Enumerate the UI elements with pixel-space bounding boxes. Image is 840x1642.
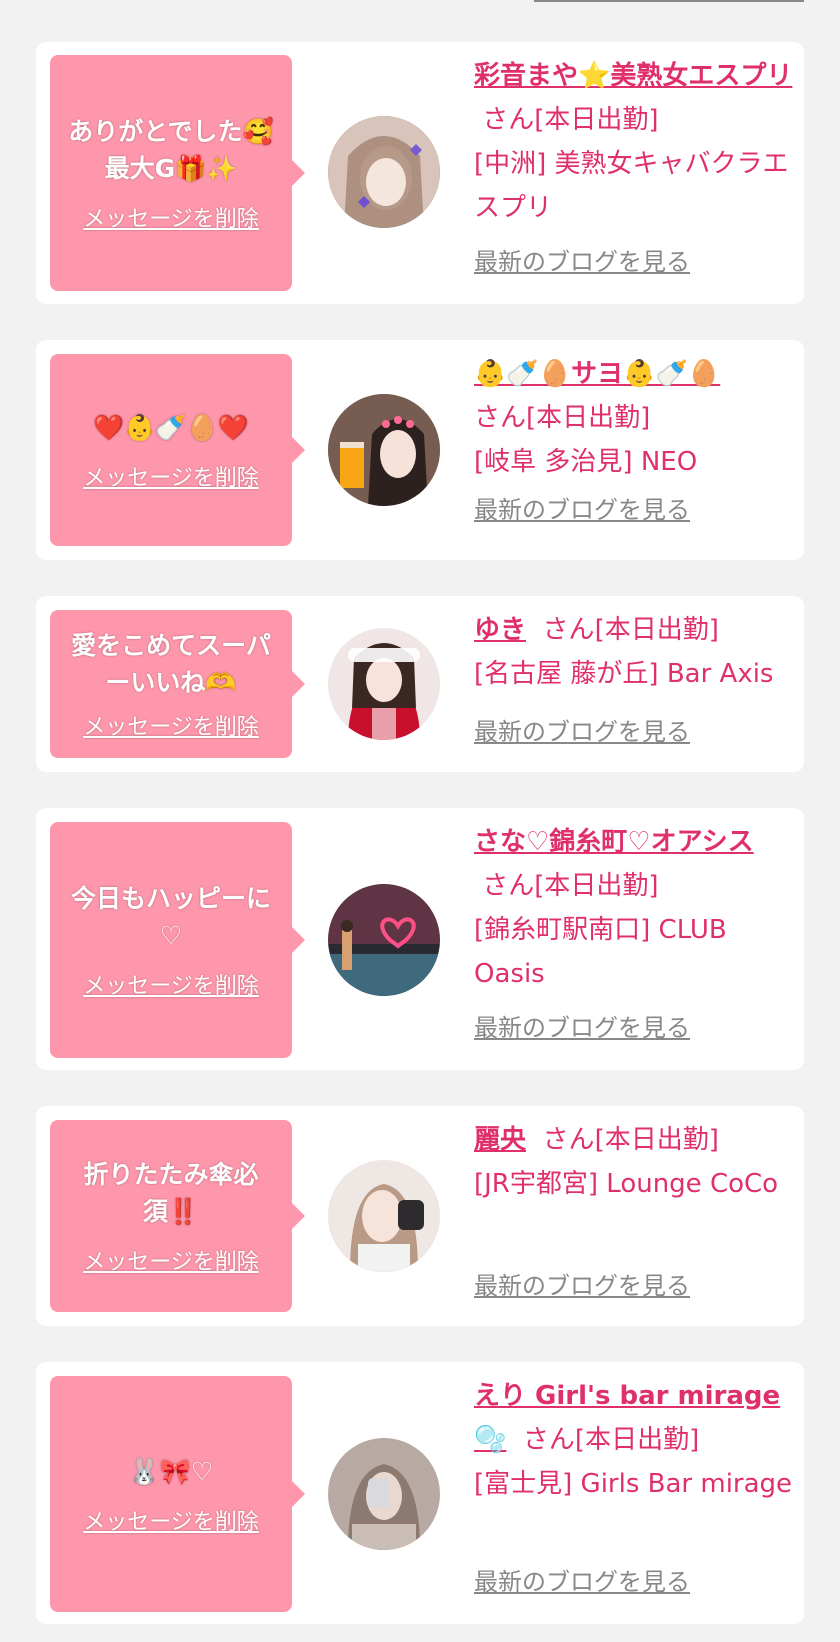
san-suffix: さん — [542, 1125, 595, 1155]
message-text: 折りたたみ傘必須‼️ — [83, 1160, 259, 1226]
san-suffix: さん — [482, 871, 535, 901]
message-card: ❤️👶🍼🥚❤️ メッセージを削除 👶🍼🥚サヨ👶🍼🥚 さん[本日出勤] [岐阜 多… — [36, 340, 804, 560]
girl-info: 彩音まや⭐美熟女エスプリ さん[本日出勤] [中洲] 美熟女キャバクラエスプリ — [474, 54, 794, 230]
message-bubble: 折りたたみ傘必須‼️ メッセージを削除 — [50, 1120, 305, 1312]
avatar[interactable] — [328, 1438, 440, 1550]
avatar-image — [328, 1438, 440, 1550]
shop-name: [岐阜 多治見] NEO — [474, 447, 698, 477]
shop-name: [富士見] Girls Bar mirage — [474, 1469, 793, 1499]
delete-message-link[interactable]: メッセージを削除 — [83, 709, 259, 741]
avatar[interactable] — [328, 628, 440, 740]
avatar-image — [328, 1160, 440, 1272]
avatar[interactable] — [328, 884, 440, 996]
latest-blog-link[interactable]: 最新のブログを見る — [474, 242, 690, 277]
girl-name-link[interactable]: ゆき — [474, 615, 526, 645]
girl-name-link[interactable]: 麗央 — [474, 1125, 526, 1155]
avatar-image — [328, 116, 440, 228]
latest-blog-link[interactable]: 最新のブログを見る — [474, 1266, 690, 1301]
girl-name-link[interactable]: 彩音まや⭐美熟女エスプリ — [474, 61, 792, 91]
delete-message-link[interactable]: メッセージを削除 — [83, 968, 259, 1000]
avatar-image — [328, 394, 440, 506]
girl-info: 👶🍼🥚サヨ👶🍼🥚 さん[本日出勤] [岐阜 多治見] NEO — [474, 352, 794, 484]
latest-blog-link[interactable]: 最新のブログを見る — [474, 490, 690, 525]
message-text: ❤️👶🍼🥚❤️ — [93, 412, 249, 442]
avatar[interactable] — [328, 1160, 440, 1272]
message-card: ありがとでした🥰最大G🎁✨ メッセージを削除 彩音まや⭐美熟女エスプリ さん[本… — [36, 42, 804, 304]
work-status: [本日出勤] — [594, 1125, 719, 1155]
girl-info: ゆき さん[本日出勤] [名古屋 藤が丘] Bar Axis — [474, 608, 794, 696]
delete-message-link[interactable]: メッセージを削除 — [83, 201, 259, 233]
latest-blog-link[interactable]: 最新のブログを見る — [474, 712, 690, 747]
work-status: [本日出勤] — [574, 1425, 700, 1455]
shop-name: [錦糸町駅南口] CLUB Oasis — [474, 915, 727, 989]
top-link-underline[interactable] — [534, 0, 804, 2]
message-card: 今日もハッピーに♡ メッセージを削除 さな♡錦糸町♡オアシス さん[本日出勤] … — [36, 808, 804, 1070]
girl-name-link[interactable]: さな♡錦糸町♡オアシス — [474, 827, 754, 857]
message-text: 今日もハッピーに♡ — [70, 884, 271, 950]
girl-info: 麗央 さん[本日出勤] [JR宇都宮] Lounge CoCo — [474, 1118, 794, 1206]
shop-name: [中洲] 美熟女キャバクラエスプリ — [474, 149, 789, 223]
girl-info: えり Girl's bar mirage 🫧 さん[本日出勤] [富士見] Gi… — [474, 1374, 794, 1506]
delete-message-link[interactable]: メッセージを削除 — [83, 460, 259, 492]
san-suffix: さん — [522, 1425, 575, 1455]
message-bubble: ありがとでした🥰最大G🎁✨ メッセージを削除 — [50, 55, 305, 291]
san-suffix: さん — [542, 615, 595, 645]
message-card: 折りたたみ傘必須‼️ メッセージを削除 麗央 さん[本日出勤] [JR宇都宮] … — [36, 1106, 804, 1326]
message-bubble: 今日もハッピーに♡ メッセージを削除 — [50, 822, 305, 1058]
message-text: 愛をこめてスーパーいいね🫶 — [71, 631, 271, 697]
work-status: [本日出勤] — [534, 105, 659, 135]
latest-blog-link[interactable]: 最新のブログを見る — [474, 1008, 690, 1043]
message-bubble: 🐰🎀♡ メッセージを削除 — [50, 1376, 305, 1612]
girl-name-link[interactable]: 👶🍼🥚サヨ👶🍼🥚 — [474, 359, 720, 389]
girl-info: さな♡錦糸町♡オアシス さん[本日出勤] [錦糸町駅南口] CLUB Oasis — [474, 820, 794, 996]
san-suffix: さん — [482, 105, 535, 135]
message-card: 愛をこめてスーパーいいね🫶 メッセージを削除 ゆき さん[本日出勤] [名古屋 … — [36, 596, 804, 772]
delete-message-link[interactable]: メッセージを削除 — [83, 1244, 259, 1276]
work-status: [本日出勤] — [594, 615, 719, 645]
work-status: [本日出勤] — [534, 871, 659, 901]
work-status: [本日出勤] — [526, 403, 651, 433]
shop-name: [名古屋 藤が丘] Bar Axis — [474, 659, 774, 689]
message-card: 🐰🎀♡ メッセージを削除 えり Girl's bar mirage 🫧 さん[本… — [36, 1362, 804, 1624]
avatar[interactable] — [328, 116, 440, 228]
san-suffix: さん — [474, 403, 527, 433]
delete-message-link[interactable]: メッセージを削除 — [83, 1504, 259, 1536]
avatar-image — [328, 884, 440, 996]
avatar[interactable] — [328, 394, 440, 506]
message-bubble: 愛をこめてスーパーいいね🫶 メッセージを削除 — [50, 610, 305, 758]
shop-name: [JR宇都宮] Lounge CoCo — [474, 1169, 779, 1199]
top-fragment — [0, 0, 840, 12]
message-text: 🐰🎀♡ — [128, 1456, 214, 1486]
message-bubble: ❤️👶🍼🥚❤️ メッセージを削除 — [50, 354, 305, 546]
latest-blog-link[interactable]: 最新のブログを見る — [474, 1562, 690, 1597]
avatar-image — [328, 628, 440, 740]
message-text: ありがとでした🥰最大G🎁✨ — [68, 117, 274, 183]
